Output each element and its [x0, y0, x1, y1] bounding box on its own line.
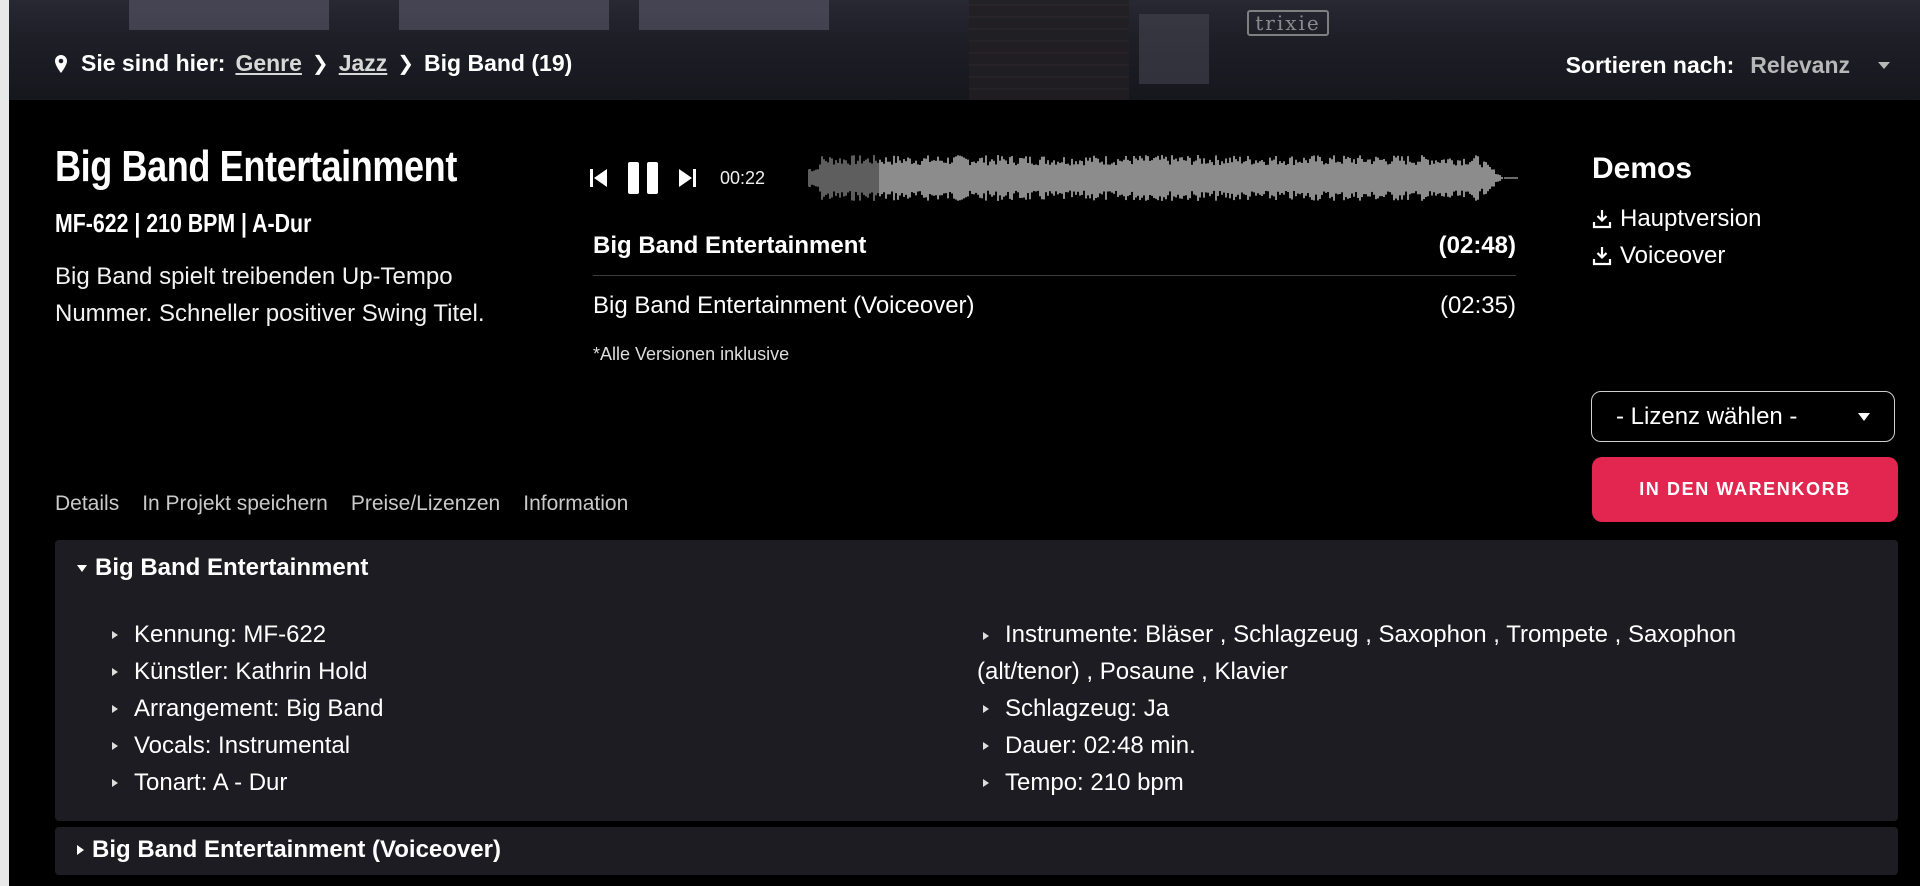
- add-to-cart-button[interactable]: IN DEN WARENKORB: [1592, 457, 1898, 522]
- previous-track-button[interactable]: [590, 168, 608, 188]
- caret-down-icon: [77, 564, 87, 572]
- breadcrumb-genre-link[interactable]: Genre: [235, 50, 301, 77]
- bullet-triangle-icon: [112, 630, 118, 639]
- pause-icon: [628, 162, 658, 194]
- detail-tabs: Details In Projekt speichern Preise/Lize…: [55, 492, 628, 516]
- bullet-triangle-icon: [112, 667, 118, 676]
- list-item: Arrangement: Big Band: [112, 690, 383, 727]
- bullet-triangle-icon: [983, 631, 989, 640]
- pause-button[interactable]: [628, 162, 658, 194]
- bullet-triangle-icon: [112, 704, 118, 713]
- bullet-triangle-icon: [983, 741, 989, 750]
- sort-label: Sortieren nach:: [1565, 52, 1735, 78]
- breadcrumb: Sie sind hier: Genre ❯ Jazz ❯ Big Band (…: [55, 50, 572, 77]
- list-item: Dauer: 02:48 min.: [977, 727, 1777, 764]
- chevron-right-icon: ❯: [397, 53, 415, 75]
- version-item-main[interactable]: Big Band Entertainment (02:48): [593, 216, 1516, 276]
- details-panel-voiceover: Big Band Entertainment (Voiceover): [55, 827, 1898, 875]
- details-panel-title: Big Band Entertainment: [95, 554, 369, 581]
- next-track-button[interactable]: [678, 168, 696, 188]
- version-title: Big Band Entertainment (Voiceover): [593, 292, 975, 319]
- details-panel-main: Big Band Entertainment Kennung: MF-622 K…: [55, 540, 1898, 821]
- track-meta: MF-622 | 210 BPM | A-Dur: [55, 208, 312, 238]
- breadcrumb-prefix: Sie sind hier:: [81, 50, 226, 76]
- sort-select[interactable]: Relevanz: [1750, 52, 1890, 79]
- list-item: Schlagzeug: Ja: [977, 690, 1777, 727]
- caret-down-icon: [1878, 62, 1890, 69]
- sort-value: Relevanz: [1750, 52, 1850, 78]
- tab-pricing[interactable]: Preise/Lizenzen: [351, 492, 500, 516]
- chevron-right-icon: ❯: [311, 53, 329, 75]
- download-icon: [1592, 209, 1612, 228]
- details-list-right: Instrumente: Bläser , Schlagzeug , Saxop…: [977, 616, 1777, 801]
- demo-label: Hauptversion: [1620, 204, 1762, 232]
- details-toggle-main[interactable]: Big Band Entertainment: [77, 554, 368, 582]
- tab-details[interactable]: Details: [55, 492, 119, 516]
- license-placeholder: - Lizenz wählen -: [1616, 402, 1798, 430]
- sort-control: Sortieren nach: Relevanz: [1566, 52, 1890, 79]
- demos-section: Demos Hauptversion Voiceover: [1592, 152, 1761, 274]
- list-item: Instrumente: Bläser , Schlagzeug , Saxop…: [977, 621, 1737, 685]
- license-select[interactable]: - Lizenz wählen -: [1591, 391, 1895, 442]
- bullet-triangle-icon: [112, 778, 118, 787]
- bullet-triangle-icon: [112, 741, 118, 750]
- demo-label: Voiceover: [1620, 241, 1726, 269]
- waveform-seekbar[interactable]: [808, 142, 1518, 214]
- track-title: Big Band Entertainment: [55, 142, 457, 191]
- version-duration: (02:35): [1439, 292, 1516, 319]
- playback-time: 00:22: [720, 167, 766, 188]
- details-list-left: Kennung: MF-622 Künstler: Kathrin Hold A…: [112, 616, 383, 801]
- list-item: Künstler: Kathrin Hold: [112, 653, 383, 690]
- list-item: Vocals: Instrumental: [112, 727, 383, 764]
- list-item: Tempo: 210 bpm: [977, 764, 1777, 801]
- version-title: Big Band Entertainment: [593, 231, 867, 259]
- location-pin-icon: [55, 54, 67, 73]
- demo-download-hauptversion[interactable]: Hauptversion: [1592, 200, 1761, 237]
- list-item: Tonart: A - Dur: [112, 764, 383, 801]
- tab-information[interactable]: Information: [523, 492, 628, 516]
- details-toggle-voiceover[interactable]: Big Band Entertainment (Voiceover): [77, 836, 501, 864]
- caret-down-icon: [1858, 412, 1870, 421]
- skip-forward-icon: [679, 169, 696, 187]
- bullet-triangle-icon: [983, 778, 989, 787]
- caret-right-icon: [77, 845, 84, 855]
- tab-save-project[interactable]: In Projekt speichern: [142, 492, 328, 516]
- list-item: Kennung: MF-622: [112, 616, 383, 653]
- track-description: Big Band spielt treibenden Up-Tempo Numm…: [55, 263, 485, 327]
- version-item-voiceover[interactable]: Big Band Entertainment (Voiceover) (02:3…: [593, 276, 1516, 336]
- download-icon: [1592, 246, 1612, 265]
- demos-title: Demos: [1592, 152, 1693, 185]
- window-edge: [0, 0, 9, 886]
- breadcrumb-jazz-link[interactable]: Jazz: [339, 50, 388, 77]
- breadcrumb-current: Big Band (19): [424, 50, 573, 76]
- bullet-triangle-icon: [983, 704, 989, 713]
- audio-player: 00:22: [590, 150, 765, 206]
- version-duration: (02:48): [1438, 231, 1516, 259]
- details-panel-title: Big Band Entertainment (Voiceover): [92, 836, 501, 863]
- version-list: Big Band Entertainment (02:48) Big Band …: [593, 216, 1516, 336]
- versions-note: *Alle Versionen inklusive: [593, 344, 790, 364]
- demo-download-voiceover[interactable]: Voiceover: [1592, 237, 1761, 274]
- skip-back-icon: [590, 169, 607, 187]
